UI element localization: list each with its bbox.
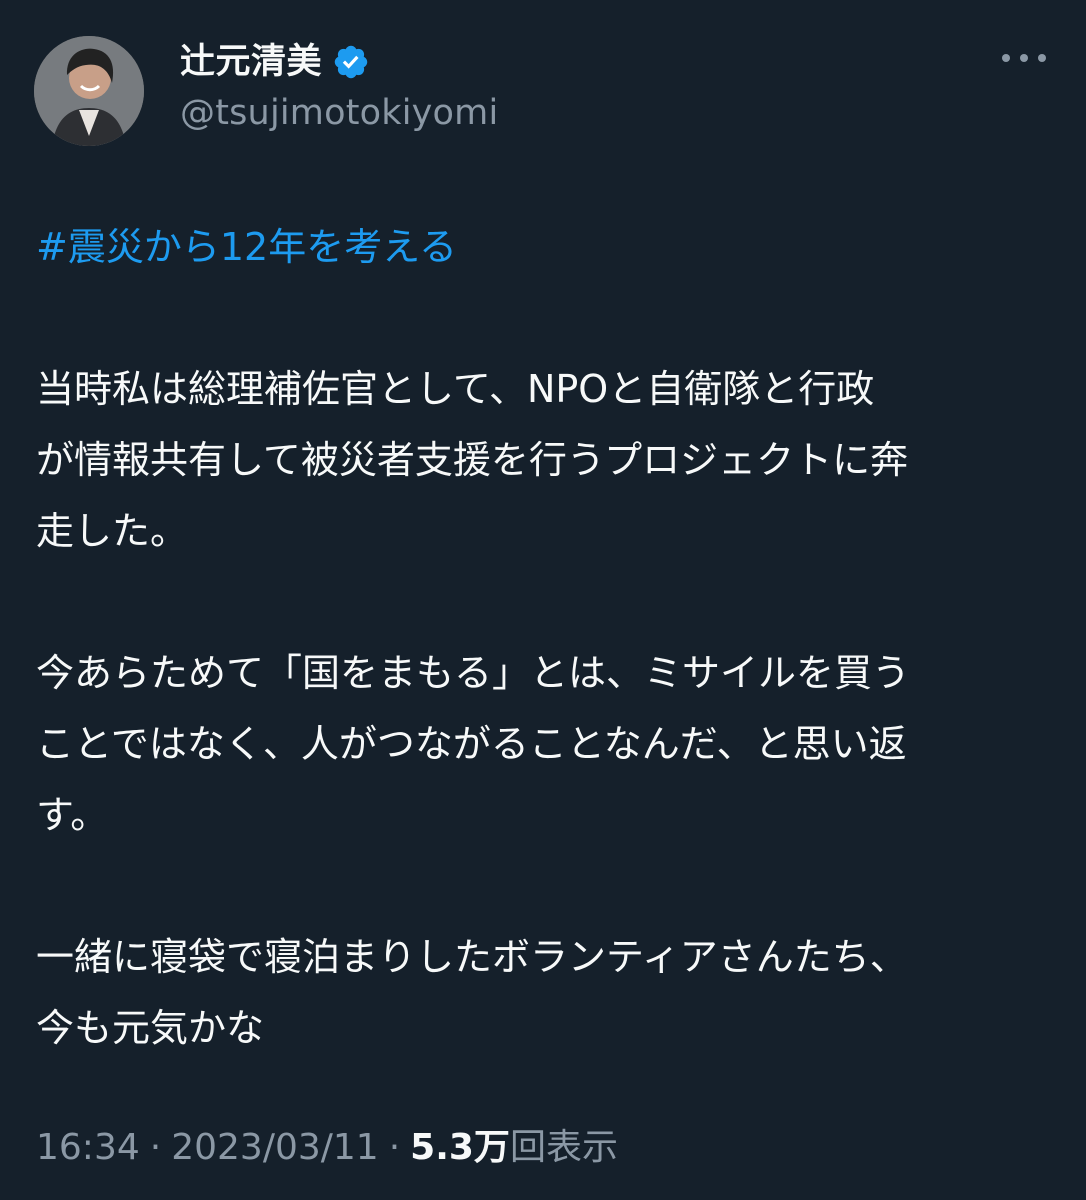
tweet-paragraph: 当時私は総理補佐官として、NPOと自衛隊と行政 が情報共有して被災者支援を行うプ… bbox=[36, 367, 909, 553]
verified-badge-icon[interactable] bbox=[332, 43, 370, 81]
tweet-time[interactable]: 16:34 bbox=[36, 1127, 140, 1168]
author-handle[interactable]: @tsujimotokiyomi bbox=[180, 91, 498, 135]
tweet-body: #震災から12年を考える 当時私は総理補佐官として、NPOと自衛隊と行政 が情報… bbox=[36, 212, 1056, 1064]
meta-separator: · bbox=[388, 1127, 401, 1168]
more-options-icon[interactable] bbox=[1002, 48, 1046, 68]
author-display-name[interactable]: 辻元清美 bbox=[180, 40, 322, 84]
view-count[interactable]: 5.3万 bbox=[410, 1127, 510, 1168]
more-dot bbox=[1020, 54, 1028, 62]
avatar[interactable] bbox=[34, 36, 144, 146]
meta-separator: · bbox=[149, 1127, 162, 1168]
tweet-header: 辻元清美 @tsujimotokiyomi bbox=[34, 36, 1054, 148]
tweet-meta: 16:34 · 2023/03/11 · 5.3万回表示 bbox=[36, 1122, 618, 1174]
view-label: 回表示 bbox=[509, 1127, 618, 1168]
author-name-row[interactable]: 辻元清美 bbox=[180, 38, 370, 86]
tweet-date[interactable]: 2023/03/11 bbox=[171, 1127, 379, 1168]
more-dot bbox=[1038, 54, 1046, 62]
tweet-paragraph: 一緒に寝袋で寝泊まりしたボランティアさんたち、 今も元気かな bbox=[36, 935, 908, 1050]
hashtag-link[interactable]: #震災から12年を考える bbox=[36, 212, 457, 283]
more-dot bbox=[1002, 54, 1010, 62]
tweet-paragraph: 今あらためて「国をまもる」とは、ミサイルを買う ことではなく、人がつながることな… bbox=[36, 651, 911, 837]
avatar-image bbox=[34, 36, 144, 146]
